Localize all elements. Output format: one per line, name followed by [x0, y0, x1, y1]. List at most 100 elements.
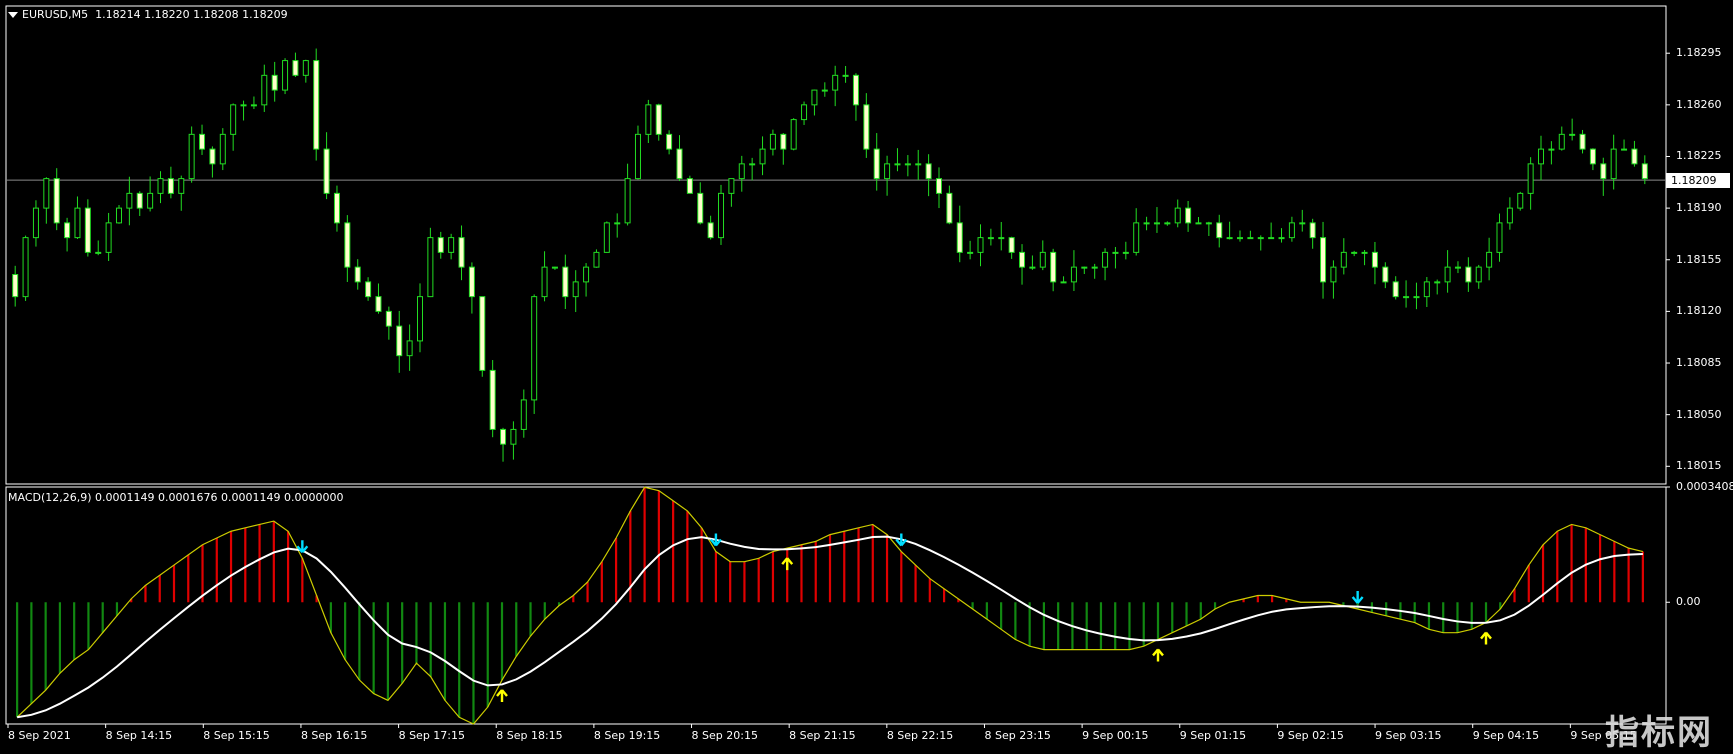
candle-body: [302, 60, 309, 76]
candle-body: [998, 237, 1005, 240]
candle-body: [365, 281, 372, 298]
candle-body: [136, 192, 143, 209]
candle-body: [1454, 266, 1461, 269]
candlestick-series[interactable]: [12, 48, 1648, 462]
candle-body: [1403, 296, 1410, 299]
candle-body: [915, 163, 922, 166]
candle-body: [1486, 251, 1493, 268]
candle-body: [790, 119, 797, 150]
candle-body: [718, 192, 725, 239]
candle-body: [904, 163, 911, 166]
candle-body: [271, 74, 278, 91]
candle-body: [1589, 148, 1596, 165]
candle-body: [1029, 266, 1036, 269]
arrow-up-icon: [781, 557, 794, 571]
candle-body: [479, 296, 486, 371]
candle-body: [1392, 281, 1399, 298]
candle-body: [634, 133, 641, 180]
candle-body: [219, 133, 226, 165]
symbol-label: EURUSD,M5: [22, 8, 89, 21]
candle-body: [1371, 251, 1378, 268]
dropdown-triangle-icon[interactable]: [8, 12, 18, 18]
candle-body: [147, 192, 154, 209]
candle-body: [468, 266, 475, 298]
price-tick-label: 1.18050: [1676, 407, 1722, 421]
candle-body: [157, 178, 164, 194]
candle-body: [53, 178, 60, 224]
candle-body: [749, 163, 756, 166]
candle-body: [1195, 222, 1202, 225]
price-chart-canvas[interactable]: [0, 0, 1733, 752]
arrow-down-icon: [709, 533, 722, 547]
candle-body: [801, 104, 808, 121]
candle-body: [1153, 222, 1160, 225]
macd-tick-label: 0.0003408: [1676, 480, 1733, 493]
time-tick-label: 8 Sep 23:15: [984, 729, 1051, 742]
macd-header: MACD(12,26,9) 0.0001149 0.0001676 0.0001…: [8, 491, 344, 504]
candle-body: [1091, 266, 1098, 269]
candle-body: [1444, 266, 1451, 283]
candle-body: [1309, 222, 1316, 239]
candle-body: [1102, 251, 1109, 268]
candle-body: [1247, 237, 1254, 240]
candle-body: [1060, 281, 1067, 284]
candle-body: [292, 60, 299, 76]
candle-body: [437, 237, 444, 253]
candle-body: [697, 192, 704, 224]
candle-body: [780, 133, 787, 150]
time-tick-label: 9 Sep 03:15: [1375, 729, 1442, 742]
candle-body: [1569, 133, 1576, 136]
time-tick-label: 8 Sep 21:15: [789, 729, 856, 742]
candle-body: [1050, 251, 1057, 283]
candle-body: [1621, 148, 1628, 151]
candle-body: [1330, 266, 1337, 283]
candle-body: [531, 296, 538, 401]
time-tick-label: 8 Sep 20:15: [691, 729, 758, 742]
price-tick-label: 1.18295: [1676, 46, 1722, 60]
symbol-header[interactable]: EURUSD,M5 1.18214 1.18220 1.18208 1.1820…: [8, 8, 288, 21]
candle-body: [240, 104, 247, 107]
candle-body: [333, 192, 340, 224]
candle-body: [842, 74, 849, 77]
macd-histogram[interactable]: [16, 487, 1644, 724]
arrow-up-icon: [1480, 631, 1492, 645]
candle-body: [1475, 266, 1482, 283]
price-tick-label: 1.18260: [1676, 97, 1722, 111]
watermark-logo: 指标网: [1605, 713, 1713, 753]
price-tick-label: 1.18085: [1676, 356, 1722, 370]
candle-body: [1320, 237, 1327, 283]
candle-body: [1268, 237, 1275, 240]
candle-body: [105, 222, 112, 253]
candle-body: [987, 237, 994, 240]
candle-body: [821, 89, 828, 92]
candle-body: [250, 104, 257, 107]
candle-body: [541, 266, 548, 298]
candle-body: [1506, 207, 1513, 224]
macd-line: [16, 486, 1644, 725]
candle-body: [603, 222, 610, 253]
candle-body: [1143, 222, 1150, 225]
candle-body: [1558, 133, 1565, 150]
candle-body: [967, 251, 974, 254]
candle-body: [1237, 237, 1243, 240]
candle-body: [1019, 251, 1026, 268]
time-tick-label: 8 Sep 17:15: [398, 729, 466, 742]
candle-body: [1610, 148, 1617, 180]
candle-body: [884, 163, 891, 180]
candle-body: [1340, 251, 1347, 268]
candle-body: [95, 251, 102, 254]
candle-body: [1185, 207, 1192, 224]
candle-body: [115, 207, 122, 224]
candle-body: [655, 104, 662, 135]
time-tick-label: 8 Sep 15:15: [203, 729, 270, 742]
candle-body: [427, 237, 434, 298]
candle-body: [406, 340, 413, 357]
macd-border: [5, 486, 1667, 725]
candle-body: [1579, 133, 1586, 150]
time-tick-label: 8 Sep 22:15: [886, 729, 954, 742]
candle-body: [1133, 222, 1140, 253]
time-tick-label: 8 Sep 16:15: [300, 729, 368, 742]
candle-body: [354, 266, 361, 283]
candle-body: [1434, 281, 1441, 284]
candle-body: [1548, 148, 1555, 151]
